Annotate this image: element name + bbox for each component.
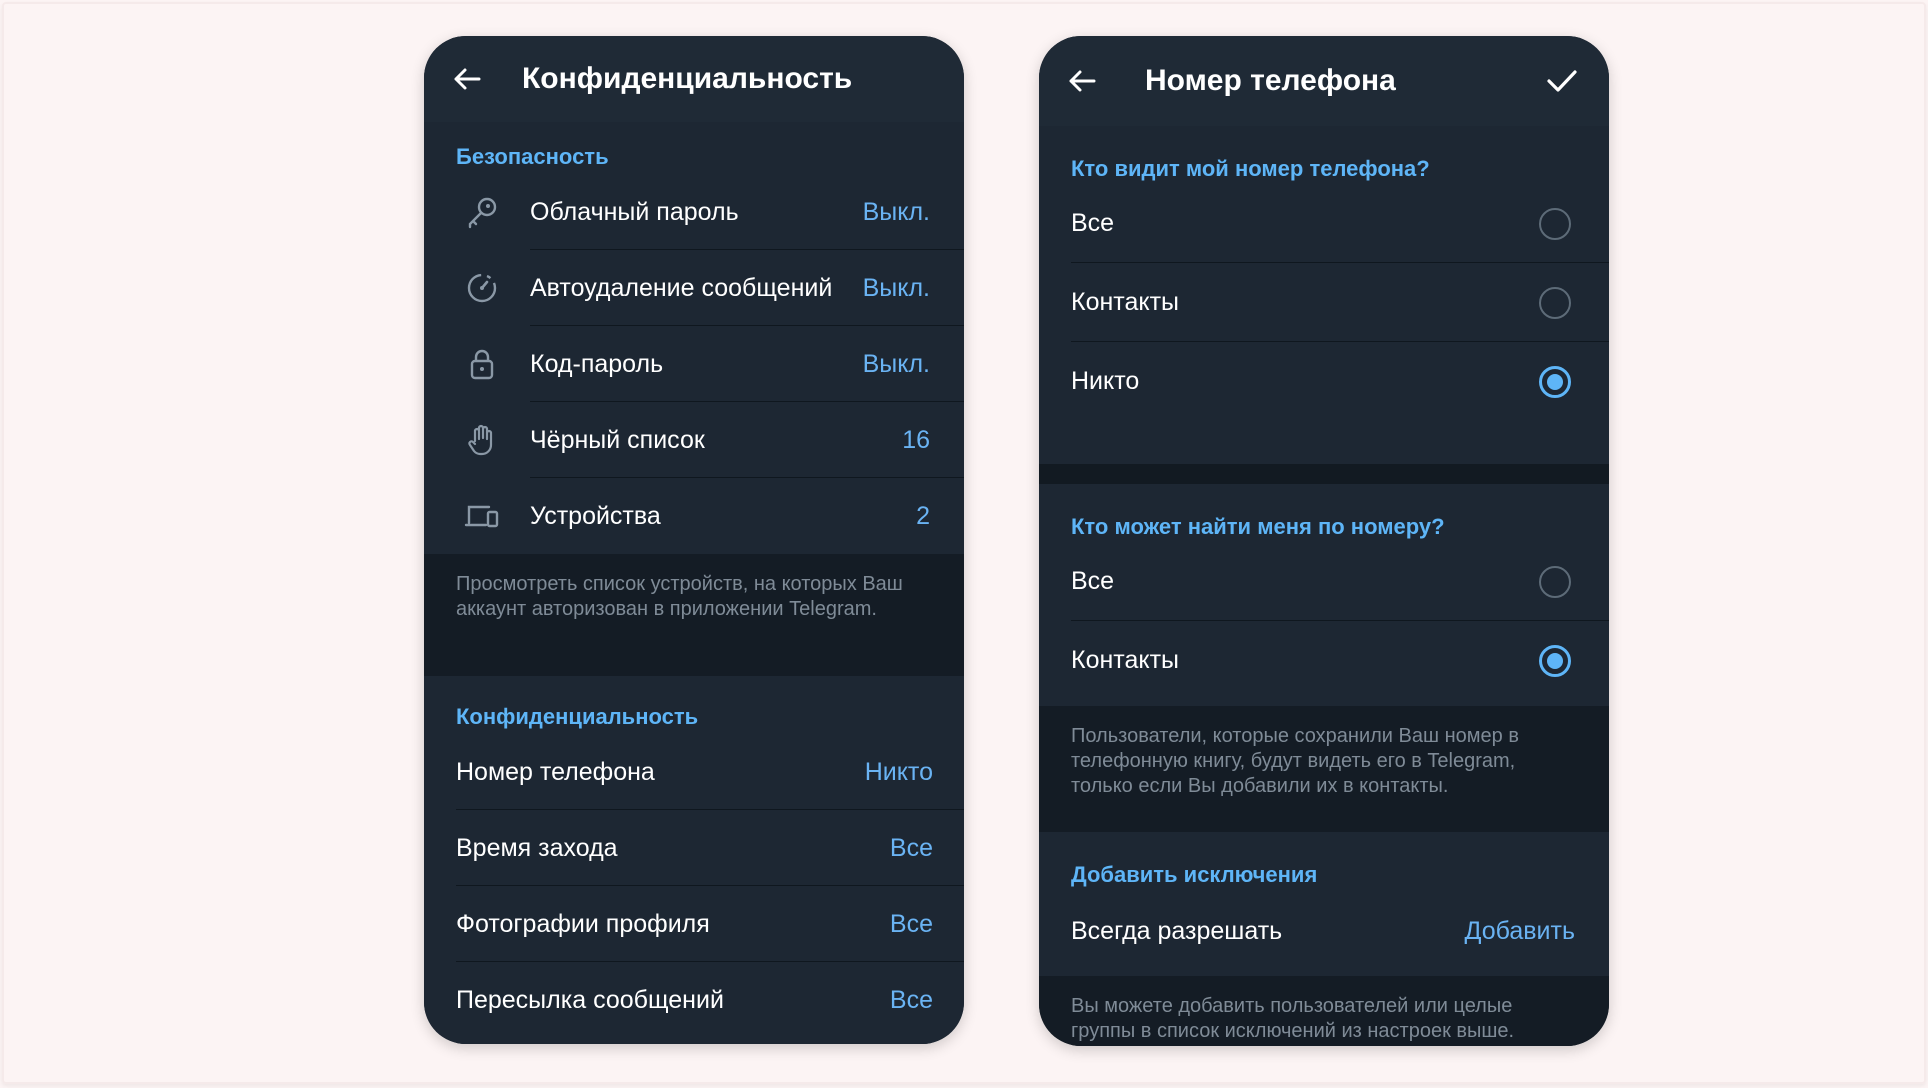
option-contacts[interactable]: Контакты [1039,621,1609,700]
profile-photos-row[interactable]: Фотографии профиля Все [424,886,964,962]
top-bar: Номер телефона [1039,36,1609,126]
page-canvas: Конфиденциальность Безопасность Облачный… [0,0,1928,1088]
row-value: Все [889,909,933,938]
row-label: Устройства [530,501,661,530]
who-finds-section: Кто может найти меня по номеру? Все Конт… [1039,484,1609,706]
option-nobody[interactable]: Никто [1039,342,1609,421]
save-button[interactable] [1539,58,1585,104]
option-label: Никто [1071,367,1140,395]
devices-icon [452,478,512,554]
back-button[interactable] [1039,38,1125,124]
back-button[interactable] [424,36,510,122]
hand-icon [452,402,512,478]
row-label: Автоудаление сообщений [530,273,833,302]
page-title: Конфиденциальность [522,62,853,95]
phone-number-row[interactable]: Номер телефона Никто [424,734,964,810]
section-gap [1039,464,1609,484]
option-contacts[interactable]: Контакты [1039,263,1609,342]
top-bar: Конфиденциальность [424,36,964,122]
radio-button-selected[interactable] [1539,644,1571,677]
arrow-left-icon [1069,70,1096,92]
checkmark-icon [1547,70,1577,92]
page-title: Номер телефона [1145,64,1396,97]
radio-button[interactable] [1539,565,1571,598]
last-seen-row[interactable]: Время захода Все [424,810,964,886]
row-value: Выкл. [862,197,930,226]
who-finds-header: Кто может найти меня по номеру? [1071,514,1445,539]
frame-border [2,2,1926,1084]
devices-row[interactable]: Устройства 2 [424,478,964,554]
security-section: Безопасность Облачный пароль Выкл. Автоу… [424,122,964,554]
radio-button[interactable] [1539,286,1571,319]
radio-button[interactable] [1539,207,1571,240]
add-exception-button[interactable]: Добавить [1465,917,1610,946]
option-label: Все [1071,209,1115,237]
row-label: Фотографии профиля [456,909,710,938]
row-label: Облачный пароль [530,197,739,226]
option-label: Контакты [1071,646,1179,674]
auto-delete-row[interactable]: Автоудаление сообщений Выкл. [424,250,964,326]
row-label: Чёрный список [530,425,705,454]
row-value: 2 [916,501,930,530]
who-sees-header: Кто видит мой номер телефона? [1071,156,1430,181]
row-label: Время захода [456,833,618,862]
option-everyone[interactable]: Все [1039,184,1609,263]
privacy-section: Конфиденциальность Номер телефона Никто … [424,676,964,1044]
privacy-header: Конфиденциальность [456,704,699,729]
always-allow-row[interactable]: Всегда разрешать Добавить [1039,890,1609,972]
timer-icon [452,250,512,326]
row-value: Выкл. [862,273,930,302]
row-label: Пересылка сообщений [456,985,724,1014]
exceptions-header: Добавить исключения [1071,862,1318,887]
row-label: Номер телефона [456,757,655,786]
exceptions-hint: Вы можете добавить пользователей или цел… [1039,976,1609,1046]
security-header: Безопасность [456,144,609,169]
radio-button-selected[interactable] [1539,365,1571,398]
row-value: 16 [902,425,930,454]
option-label: Все [1071,567,1115,595]
phone-number-privacy-screen: Номер телефона Кто видит мой номер телеф… [1039,36,1609,1046]
row-value: Никто [864,757,933,786]
arrow-left-icon [454,68,481,90]
row-value: Выкл. [862,349,930,378]
passcode-row[interactable]: Код-пароль Выкл. [424,326,964,402]
who-sees-section: Кто видит мой номер телефона? Все Контак… [1039,126,1609,464]
who-finds-hint: Пользователи, которые сохранили Ваш номе… [1039,706,1609,832]
row-value: Все [889,833,933,862]
row-label: Код-пароль [530,349,664,378]
key-icon [452,174,512,250]
forwarding-row[interactable]: Пересылка сообщений Все [424,962,964,1038]
blocked-users-row[interactable]: Чёрный список 16 [424,402,964,478]
exceptions-section: Добавить исключения Всегда разрешать Доб… [1039,832,1609,976]
privacy-settings-screen: Конфиденциальность Безопасность Облачный… [424,36,964,1044]
always-allow-label: Всегда разрешать [1071,916,1283,945]
option-label: Контакты [1071,288,1179,316]
cloud-password-row[interactable]: Облачный пароль Выкл. [424,174,964,250]
devices-hint: Просмотреть список устройств, на которых… [424,554,964,676]
option-everyone[interactable]: Все [1039,542,1609,621]
lock-icon [452,326,512,402]
row-value: Все [889,985,933,1014]
